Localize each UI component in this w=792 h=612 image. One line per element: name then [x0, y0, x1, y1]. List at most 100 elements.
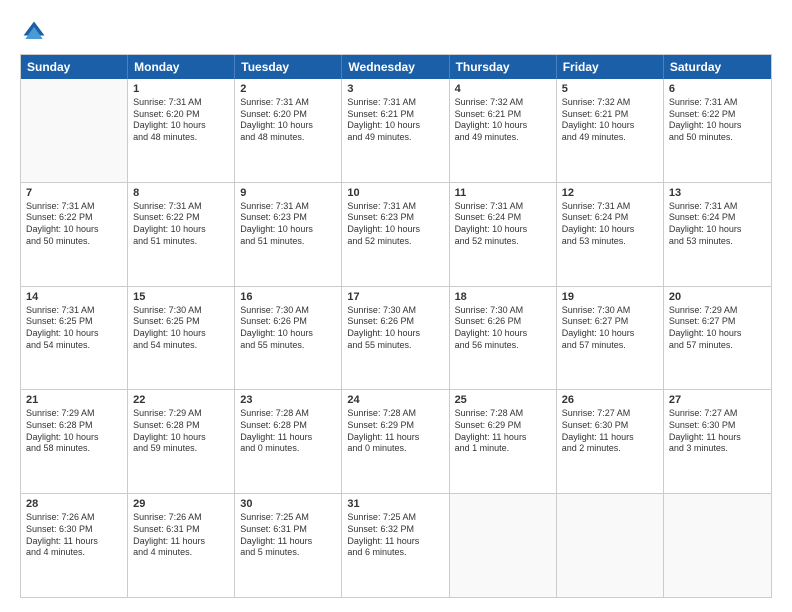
calendar-cell-1-1 [21, 79, 128, 182]
cell-info-line: Daylight: 10 hours [455, 120, 551, 132]
cell-info-line: Sunrise: 7:27 AM [669, 408, 766, 420]
cell-info-line: Sunrise: 7:30 AM [133, 305, 229, 317]
day-number: 29 [133, 498, 229, 510]
cell-info-line: Sunset: 6:26 PM [240, 316, 336, 328]
cell-info-line: Daylight: 11 hours [240, 432, 336, 444]
calendar-cell-1-5: 4 Sunrise: 7:32 AMSunset: 6:21 PMDaylight… [450, 79, 557, 182]
calendar-week-4: 21Sunrise: 7:29 AMSunset: 6:28 PMDayligh… [21, 389, 771, 493]
cell-info-line: Sunset: 6:20 PM [240, 109, 336, 121]
cell-info-line: and 50 minutes. [26, 236, 122, 248]
cell-info-line: Sunrise: 7:31 AM [455, 201, 551, 213]
cell-info-line: Sunrise: 7:26 AM [26, 512, 122, 524]
cell-info-line: and 54 minutes. [133, 340, 229, 352]
cell-info-line: and 49 minutes. [347, 132, 443, 144]
cell-info-line: Daylight: 10 hours [669, 328, 766, 340]
cell-info-line: Sunrise: 7:25 AM [240, 512, 336, 524]
cell-info-line: Daylight: 11 hours [240, 536, 336, 548]
cell-info-line: Sunset: 6:30 PM [562, 420, 658, 432]
cell-info-line: Sunrise: 7:28 AM [240, 408, 336, 420]
cell-info-line: Daylight: 11 hours [347, 432, 443, 444]
cell-info-line: Daylight: 10 hours [562, 224, 658, 236]
cell-info-line: Daylight: 10 hours [26, 432, 122, 444]
calendar-cell-3-2: 15Sunrise: 7:30 AMSunset: 6:25 PMDayligh… [128, 287, 235, 390]
cell-info-line: Daylight: 10 hours [347, 328, 443, 340]
calendar-cell-1-7: 6Sunrise: 7:31 AMSunset: 6:22 PMDaylight… [664, 79, 771, 182]
cell-info-line: Sunrise: 7:31 AM [347, 97, 443, 109]
header-day-friday: Friday [557, 55, 664, 79]
cell-info-line: Sunrise: 7:30 AM [562, 305, 658, 317]
cell-info-line: Sunrise: 7:31 AM [133, 97, 229, 109]
cell-info-line: Daylight: 11 hours [455, 432, 551, 444]
cell-info-line: Sunset: 6:27 PM [669, 316, 766, 328]
day-number: 20 [669, 291, 766, 303]
day-number: 26 [562, 394, 658, 406]
cell-info-line: and 4 minutes. [133, 547, 229, 559]
cell-info-line: Sunrise: 7:31 AM [669, 97, 766, 109]
cell-info-line: Sunrise: 7:30 AM [240, 305, 336, 317]
header-day-monday: Monday [128, 55, 235, 79]
calendar-cell-4-4: 24Sunrise: 7:28 AMSunset: 6:29 PMDayligh… [342, 390, 449, 493]
cell-info-line: and 55 minutes. [240, 340, 336, 352]
cell-info-line: Sunset: 6:28 PM [26, 420, 122, 432]
day-number: 14 [26, 291, 122, 303]
cell-info-line: Daylight: 10 hours [240, 224, 336, 236]
cell-info-line: Sunset: 6:21 PM [455, 109, 551, 121]
cell-info-line: Daylight: 11 hours [133, 536, 229, 548]
cell-info-line: Sunrise: 7:27 AM [562, 408, 658, 420]
cell-info-line: Sunset: 6:24 PM [669, 212, 766, 224]
cell-info-line: and 53 minutes. [562, 236, 658, 248]
cell-info-line: and 48 minutes. [133, 132, 229, 144]
cell-info-line: Sunrise: 7:31 AM [26, 201, 122, 213]
cell-info-line: Sunrise: 7:28 AM [455, 408, 551, 420]
cell-info-line: Sunset: 6:24 PM [455, 212, 551, 224]
cell-info-line: Sunset: 6:24 PM [562, 212, 658, 224]
cell-info-line: Sunset: 6:25 PM [133, 316, 229, 328]
cell-info-line: Sunrise: 7:30 AM [455, 305, 551, 317]
cell-info-line: and 54 minutes. [26, 340, 122, 352]
cell-info-line: Daylight: 11 hours [669, 432, 766, 444]
calendar-cell-3-5: 18Sunrise: 7:30 AMSunset: 6:26 PMDayligh… [450, 287, 557, 390]
cell-info-line: and 3 minutes. [669, 443, 766, 455]
calendar-cell-4-7: 27Sunrise: 7:27 AMSunset: 6:30 PMDayligh… [664, 390, 771, 493]
day-number: 31 [347, 498, 443, 510]
day-number: 9 [240, 187, 336, 199]
day-number: 18 [455, 291, 551, 303]
cell-info-line: Sunrise: 7:26 AM [133, 512, 229, 524]
day-number: 2 [240, 83, 336, 95]
logo [20, 18, 52, 46]
logo-icon [20, 18, 48, 46]
page: SundayMondayTuesdayWednesdayThursdayFrid… [0, 0, 792, 612]
cell-info-line: Sunset: 6:21 PM [347, 109, 443, 121]
day-number: 21 [26, 394, 122, 406]
cell-info-line: Sunrise: 7:25 AM [347, 512, 443, 524]
cell-info-line: Daylight: 10 hours [669, 224, 766, 236]
cell-info-line: Sunrise: 7:32 AM [455, 97, 551, 109]
header-day-tuesday: Tuesday [235, 55, 342, 79]
header-day-saturday: Saturday [664, 55, 771, 79]
calendar-cell-2-1: 7Sunrise: 7:31 AMSunset: 6:22 PMDaylight… [21, 183, 128, 286]
cell-info-line: Sunset: 6:22 PM [26, 212, 122, 224]
cell-info-line: and 1 minute. [455, 443, 551, 455]
day-number: 4 [455, 83, 551, 95]
calendar-cell-5-6 [557, 494, 664, 597]
calendar-cell-1-3: 2Sunrise: 7:31 AMSunset: 6:20 PMDaylight… [235, 79, 342, 182]
calendar-cell-3-1: 14Sunrise: 7:31 AMSunset: 6:25 PMDayligh… [21, 287, 128, 390]
cell-info-line: Sunrise: 7:31 AM [562, 201, 658, 213]
cell-info-line: and 51 minutes. [133, 236, 229, 248]
cell-info-line: Daylight: 10 hours [669, 120, 766, 132]
calendar-cell-5-3: 30Sunrise: 7:25 AMSunset: 6:31 PMDayligh… [235, 494, 342, 597]
day-number: 10 [347, 187, 443, 199]
calendar-cell-2-7: 13Sunrise: 7:31 AMSunset: 6:24 PMDayligh… [664, 183, 771, 286]
calendar-cell-4-6: 26Sunrise: 7:27 AMSunset: 6:30 PMDayligh… [557, 390, 664, 493]
cell-info-line: and 49 minutes. [562, 132, 658, 144]
cell-info-line: Sunrise: 7:31 AM [240, 201, 336, 213]
day-number: 15 [133, 291, 229, 303]
day-number: 13 [669, 187, 766, 199]
calendar-cell-2-5: 11Sunrise: 7:31 AMSunset: 6:24 PMDayligh… [450, 183, 557, 286]
cell-info-line: and 48 minutes. [240, 132, 336, 144]
cell-info-line: and 0 minutes. [347, 443, 443, 455]
cell-info-line: Sunrise: 7:31 AM [133, 201, 229, 213]
cell-info-line: Daylight: 10 hours [133, 224, 229, 236]
cell-info-line: and 0 minutes. [240, 443, 336, 455]
calendar-cell-5-1: 28Sunrise: 7:26 AMSunset: 6:30 PMDayligh… [21, 494, 128, 597]
